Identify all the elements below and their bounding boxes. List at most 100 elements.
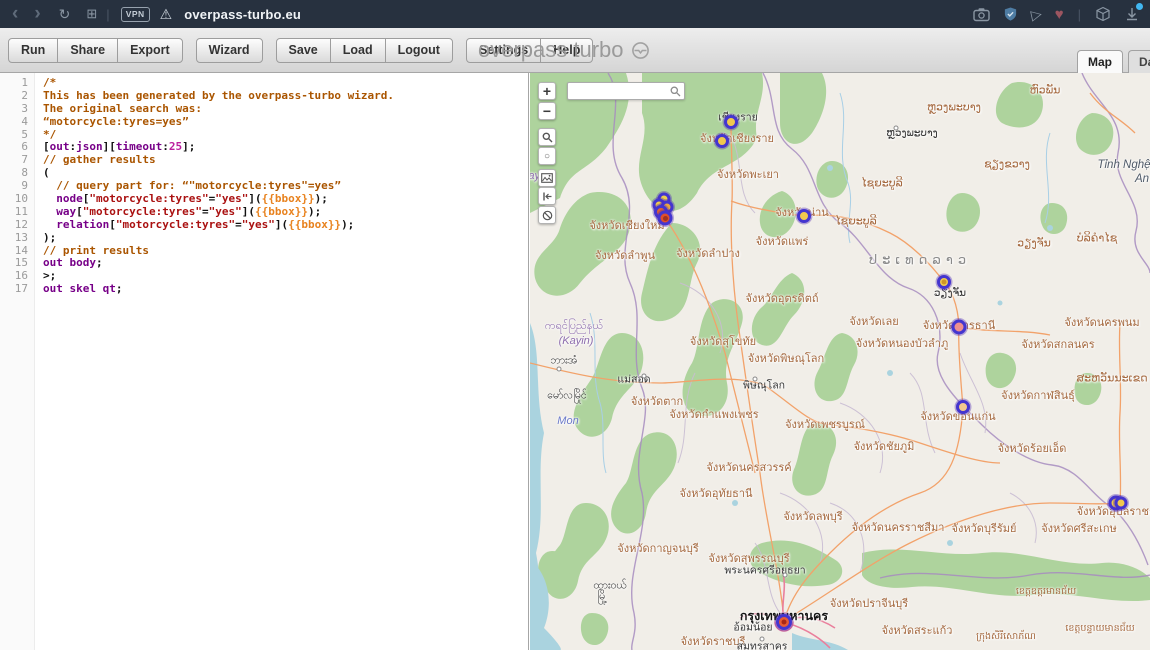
shield-icon[interactable] <box>1003 6 1018 22</box>
code-line: out skel qt; <box>43 283 528 296</box>
map-label: จังหวัดชัยภูมิ <box>854 437 915 455</box>
map-search-input[interactable] <box>568 86 670 97</box>
map-label: จังหวัดเลย <box>849 312 898 330</box>
poi-marker[interactable] <box>724 115 738 129</box>
toolbar-button-export[interactable]: Export <box>117 38 183 63</box>
abort-button[interactable] <box>538 206 556 224</box>
separator: | <box>1078 7 1081 22</box>
locate-button[interactable]: ○ <box>538 147 556 165</box>
map-label: ວຽງຈັນ <box>1017 237 1051 250</box>
map-label: ကရင်ပြည်နယ် <box>545 319 603 335</box>
map-label: จังหวัดเชียงใหม่ <box>589 216 664 234</box>
map-label: จังหวัดบุรีรัมย์ <box>952 519 1017 537</box>
map-label: ຫົວພັນ <box>1030 84 1061 97</box>
search-icon[interactable] <box>670 86 681 97</box>
url-text[interactable]: overpass-turbo.eu <box>184 7 301 22</box>
poi-marker[interactable] <box>715 134 729 148</box>
heart-icon[interactable]: ♥ <box>1055 6 1064 23</box>
map-label: ក្រុងសិរីសោភ័ណ <box>976 630 1036 644</box>
vpn-badge[interactable]: VPN <box>121 7 150 22</box>
zoom-in-button[interactable]: + <box>538 82 556 100</box>
circle-icon: ○ <box>544 151 550 162</box>
toolbar-button-load[interactable]: Load <box>330 38 386 63</box>
toolbar-button-logout[interactable]: Logout <box>385 38 453 63</box>
map-label: จังหวัดปราจีนบุรี <box>830 594 908 612</box>
map-label: จังหวัดร้อยเอ็ด <box>998 439 1067 457</box>
map-label: ຫຼວງພະບາງ <box>927 101 981 114</box>
poi-marker-center <box>782 620 787 625</box>
editor-code[interactable]: /*This has been generated by the overpas… <box>35 73 528 650</box>
image-icon <box>541 173 553 183</box>
poi-marker-center <box>942 280 947 285</box>
poi-marker[interactable] <box>1115 497 1128 510</box>
map-label: พระนครศรีอยุธยา <box>724 562 805 579</box>
map-label: ໄຊຍະບູລີ <box>835 215 876 228</box>
extension-cube-icon[interactable] <box>1095 6 1111 22</box>
code-line: // gather results <box>43 154 528 167</box>
map-label: ဘားအံ <box>551 355 578 370</box>
toolbar-button-run[interactable]: Run <box>8 38 58 63</box>
toolbar-button-wizard[interactable]: Wizard <box>196 38 263 63</box>
map-label: จังหวัดนครสวรรค์ <box>706 458 791 476</box>
map-label: จังหวัดเชียงราย <box>700 129 774 147</box>
line-number: 3 <box>0 103 28 116</box>
export-image-button[interactable] <box>538 169 556 187</box>
collapse-panel-button[interactable] <box>538 187 556 205</box>
city-dot <box>783 573 788 578</box>
query-editor[interactable]: 1234567891011121314151617 /*This has bee… <box>0 73 529 650</box>
map-label: จังหวัดหนองบัวลำภู <box>856 334 948 352</box>
magnifier-icon <box>542 132 553 143</box>
map-graphics <box>530 73 1150 650</box>
tab-overview-icon[interactable]: ⊞ <box>86 0 97 28</box>
line-number: 2 <box>0 90 28 103</box>
toolbar-button-save[interactable]: Save <box>276 38 331 63</box>
map-label: An <box>1135 173 1149 185</box>
map-label: ខេត្តបន្ទាយមានជ័យ <box>1065 622 1134 636</box>
reload-icon[interactable]: ↻ <box>59 0 71 28</box>
code-line: // print results <box>43 245 528 258</box>
poi-marker[interactable] <box>956 400 970 414</box>
map-label: ບໍລິຄຳໄຊ <box>1077 232 1117 245</box>
download-icon[interactable] <box>1124 6 1140 22</box>
map-label: จังหวัดลพบุรี <box>783 507 842 525</box>
poi-marker[interactable] <box>797 209 811 223</box>
map-label: จังหวัดพะเยา <box>717 165 779 183</box>
map-label: จังหวัดนครราชสีมา <box>852 518 945 536</box>
map-label: ສະຫວັນນະເຂດ <box>1076 372 1147 385</box>
poi-marker-center <box>663 216 668 221</box>
back-icon[interactable]: ‹ <box>12 0 18 28</box>
city-dot <box>642 374 647 379</box>
map-label: จังหวัดตาก <box>631 392 683 410</box>
send-icon[interactable]: ▷ <box>1029 5 1043 24</box>
poi-marker[interactable] <box>952 320 967 335</box>
map-label: ខេត្តឧត្តរមានជ័យ <box>1016 585 1076 599</box>
map[interactable]: เชียงรายจังหวัดเชียงรายจังหวัดพะเยาจังหว… <box>530 73 1150 650</box>
forward-icon[interactable]: › <box>34 0 40 28</box>
map-label: จังหวัดนครพนม <box>1064 313 1139 331</box>
tab-data[interactable]: Data <box>1128 50 1150 73</box>
map-search-tool-button[interactable] <box>538 128 556 146</box>
map-label: จังหวัดกาญจนบุรี <box>617 539 698 557</box>
poi-marker[interactable] <box>937 275 951 289</box>
line-number: 1 <box>0 77 28 90</box>
map-label: (Kayin) <box>559 335 594 347</box>
tab-map[interactable]: Map <box>1077 50 1123 73</box>
app-logo-text: overpass turbo <box>478 37 624 63</box>
zoom-out-button[interactable]: − <box>538 102 556 120</box>
code-line: “motorcycle:tyres=yes” <box>43 116 528 129</box>
map-label: ໄຊຍະບູລີ <box>861 177 902 190</box>
app-toolbar: RunShareExportWizardSaveLoadLogoutSettin… <box>0 28 1150 73</box>
line-number: 10 <box>0 193 28 206</box>
map-label: Tỉnh Nghệ <box>1097 159 1150 171</box>
map-label: จังหวัดกาฬสินธุ์ <box>1001 386 1075 404</box>
notification-dot <box>1136 3 1143 10</box>
toolbar-button-share[interactable]: Share <box>57 38 118 63</box>
screenshot-camera-icon[interactable] <box>973 7 990 22</box>
map-label: Mon <box>557 415 578 427</box>
map-label: မော်လမြိုင် <box>547 390 586 405</box>
separator: | <box>106 7 109 22</box>
poi-marker[interactable] <box>658 211 673 226</box>
poi-marker[interactable] <box>776 614 792 630</box>
map-label: จังหวัดสระแก้ว <box>882 621 953 639</box>
turbo-logo-icon <box>631 41 650 60</box>
